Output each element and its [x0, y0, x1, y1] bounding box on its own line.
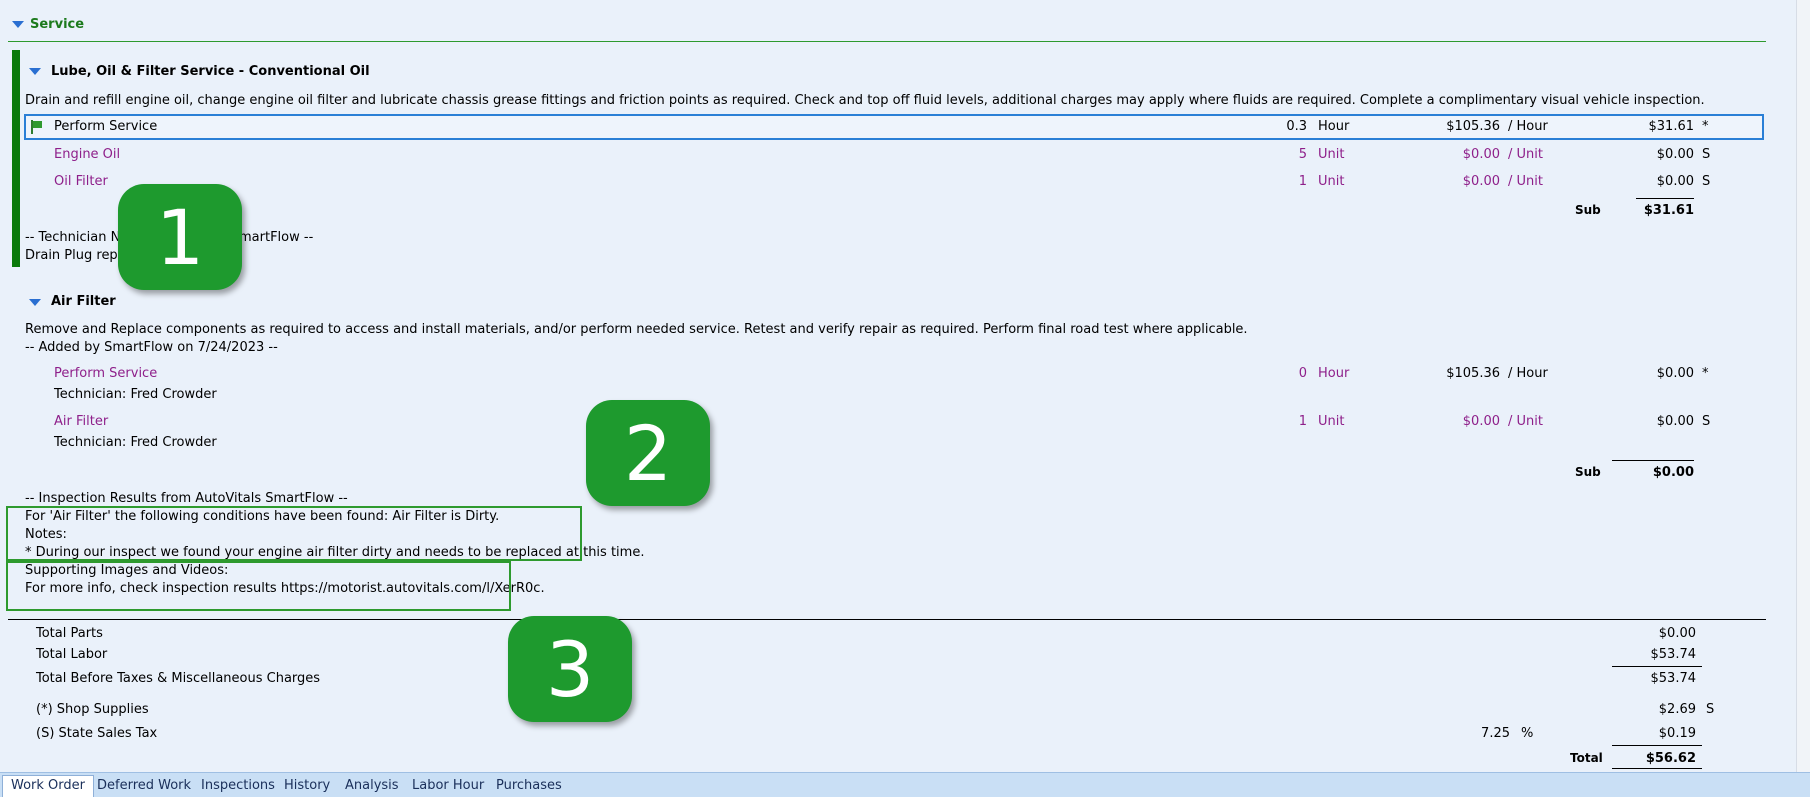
bottom-tab-bar: Work Order Deferred Work Inspections His… — [0, 772, 1810, 797]
line-per: / Hour — [1508, 119, 1548, 134]
tax-rule — [1612, 745, 1702, 746]
subtotal-rule — [1612, 460, 1694, 461]
sales-tax-rate: 7.25 — [1481, 726, 1510, 741]
line-flag: * — [1702, 366, 1709, 381]
line-amount: $31.61 — [1648, 119, 1695, 134]
line-rate: $0.00 — [1462, 174, 1500, 189]
total-before-tax-value: $53.74 — [1650, 671, 1697, 686]
job2-added-by: -- Added by SmartFlow on 7/24/2023 -- — [25, 340, 278, 355]
line-amount: $0.00 — [1656, 414, 1694, 429]
tab-work-order[interactable]: Work Order — [2, 775, 94, 797]
shop-supplies-label: (*) Shop Supplies — [36, 702, 149, 717]
line-name[interactable]: Engine Oil — [54, 147, 120, 162]
job2-title[interactable]: Air Filter — [51, 294, 116, 309]
line-name[interactable]: Perform Service — [54, 366, 157, 381]
job-status-bar — [12, 50, 20, 267]
line-amount: $0.00 — [1656, 147, 1694, 162]
line-name[interactable]: Perform Service — [54, 119, 157, 134]
line-name[interactable]: Air Filter — [54, 414, 108, 429]
sales-tax-label: (S) State Sales Tax — [36, 726, 158, 741]
line-flag: S — [1702, 414, 1711, 429]
grand-total-rule — [1612, 768, 1702, 769]
tab-labor-hour[interactable]: Labor Hour — [404, 776, 492, 797]
line-flag: * — [1702, 119, 1709, 134]
job1-description: Drain and refill engine oil, change engi… — [25, 93, 1705, 108]
line-per: / Hour — [1508, 366, 1548, 381]
line-unit: Unit — [1318, 414, 1345, 429]
sales-tax-value: $0.19 — [1658, 726, 1696, 741]
vertical-scrollbar[interactable] — [1796, 0, 1810, 772]
grand-total-value: $56.62 — [1645, 751, 1696, 766]
line-qty: 1 — [1298, 174, 1307, 189]
tab-deferred-work[interactable]: Deferred Work — [89, 776, 199, 797]
line-flag: S — [1702, 147, 1711, 162]
callout-badge-3: 3 — [508, 616, 632, 722]
callout-badge-2: 2 — [586, 400, 710, 506]
line-unit: Unit — [1318, 174, 1345, 189]
line-rate: $0.00 — [1462, 147, 1500, 162]
callout-badge-1: 1 — [118, 184, 242, 290]
sales-tax-percent: % — [1521, 726, 1534, 741]
line-qty: 5 — [1298, 147, 1307, 162]
total-before-tax-label: Total Before Taxes & Miscellaneous Charg… — [36, 671, 321, 686]
collapse-job1-icon[interactable] — [29, 68, 41, 75]
highlight-box-findings — [6, 506, 582, 561]
highlight-box-link — [6, 561, 511, 611]
tab-inspections[interactable]: Inspections — [193, 776, 283, 797]
line-unit: Hour — [1318, 366, 1350, 381]
tab-purchases[interactable]: Purchases — [488, 776, 570, 797]
line-rate: $0.00 — [1462, 414, 1500, 429]
shop-supplies-value: $2.69 — [1658, 702, 1696, 717]
collapse-job2-icon[interactable] — [29, 299, 41, 306]
subtotal-rule — [1636, 198, 1694, 199]
subtotal-value: $31.61 — [1643, 203, 1694, 218]
line-per: / Unit — [1508, 174, 1543, 189]
section-title: Service — [30, 17, 85, 32]
line-rate: $105.36 — [1446, 366, 1500, 381]
line-amount: $0.00 — [1656, 174, 1694, 189]
tab-analysis[interactable]: Analysis — [337, 776, 407, 797]
line-qty: 0.3 — [1286, 119, 1307, 134]
tab-history[interactable]: History — [276, 776, 338, 797]
collapse-service-icon[interactable] — [12, 21, 24, 28]
job1-title[interactable]: Lube, Oil & Filter Service - Conventiona… — [51, 64, 370, 79]
line-unit: Hour — [1318, 119, 1350, 134]
total-labor-value: $53.74 — [1650, 647, 1697, 662]
line-technician: Technician: Fred Crowder — [54, 435, 217, 450]
subtotal-value: $0.00 — [1652, 465, 1694, 480]
line-flag: S — [1702, 174, 1711, 189]
total-labor-label: Total Labor — [36, 647, 108, 662]
total-parts-label: Total Parts — [36, 626, 103, 641]
job2-description: Remove and Replace components as require… — [25, 322, 1248, 337]
labor-rule — [1612, 666, 1702, 667]
section-divider — [8, 41, 1766, 42]
line-rate: $105.36 — [1446, 119, 1500, 134]
line-qty: 0 — [1298, 366, 1307, 381]
line-technician: Technician: Fred Crowder — [54, 387, 217, 402]
technician-note-header-tail: martFlow -- — [239, 230, 314, 245]
inspection-header: -- Inspection Results from AutoVitals Sm… — [25, 491, 348, 506]
shop-supplies-flag: S — [1706, 702, 1715, 717]
line-qty: 1 — [1298, 414, 1307, 429]
selected-line-row[interactable] — [24, 114, 1764, 140]
technician-note-header: -- Technician No — [25, 230, 129, 245]
line-per: / Unit — [1508, 147, 1543, 162]
line-amount: $0.00 — [1656, 366, 1694, 381]
line-unit: Unit — [1318, 147, 1345, 162]
total-parts-value: $0.00 — [1658, 626, 1696, 641]
flag-icon — [31, 120, 42, 134]
line-per: / Unit — [1508, 414, 1543, 429]
line-name[interactable]: Oil Filter — [54, 174, 108, 189]
totals-divider — [8, 619, 1766, 620]
